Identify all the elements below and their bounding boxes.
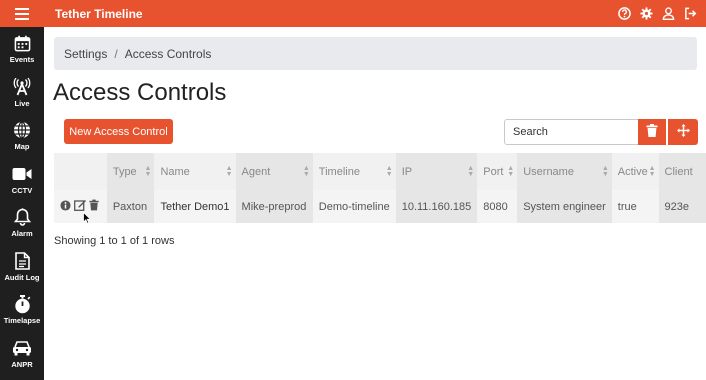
sidebar-item-label: ANPR (11, 359, 33, 369)
sort-icon: ▲ ▼ (225, 165, 233, 178)
sort-icon: ▲ ▼ (601, 165, 609, 178)
sidebar-item-map[interactable]: Map (0, 114, 44, 158)
new-access-control-button[interactable]: New Access Control (64, 119, 173, 144)
col-client[interactable]: Client (658, 153, 706, 190)
sort-icon: ▲ ▼ (648, 165, 656, 178)
sidebar-item-label: Map (14, 142, 30, 152)
cell-type: Paxton (106, 190, 155, 223)
breadcrumb-current: Access Controls (124, 46, 212, 61)
logout-icon[interactable] (680, 4, 700, 24)
sidebar-item-timelapse[interactable]: Timelapse (0, 288, 44, 332)
col-username[interactable]: Username ▲ ▼ (517, 153, 612, 190)
video-camera-icon (12, 164, 32, 184)
sort-icon: ▲ ▼ (507, 165, 515, 178)
calendar-icon (12, 33, 32, 53)
cell-agent: Mike-preprod (235, 190, 313, 223)
reorder-button[interactable] (668, 119, 698, 145)
sort-icon: ▲ ▼ (144, 165, 152, 178)
globe-icon (12, 120, 32, 140)
cell-client: 923e (658, 190, 706, 223)
sidebar-item-alarm[interactable]: Alarm (0, 201, 44, 245)
cell-timeline: Demo-timeline (312, 190, 396, 223)
breadcrumb-separator: / (114, 46, 118, 61)
sidebar-item-anpr[interactable]: ANPR (0, 332, 44, 376)
hamburger-menu-icon[interactable] (0, 0, 44, 27)
stopwatch-icon (12, 294, 32, 314)
main-content: Settings / Access Controls Access Contro… (44, 27, 706, 380)
info-icon[interactable] (60, 199, 71, 214)
cell-active: true (611, 190, 659, 223)
sort-icon: ▲ ▼ (302, 165, 310, 178)
car-icon (12, 338, 32, 358)
sidebar-item-label: Timelapse (3, 316, 41, 326)
move-arrows-icon (676, 124, 690, 140)
col-type[interactable]: Type ▲ ▼ (106, 153, 155, 190)
sort-icon: ▲ ▼ (467, 165, 475, 178)
sidebar-item-live[interactable]: Live (0, 71, 44, 115)
help-icon[interactable] (614, 4, 634, 24)
col-active[interactable]: Active ▲ ▼ (611, 153, 659, 190)
bell-icon (12, 207, 32, 227)
delete-button[interactable] (638, 119, 666, 145)
breadcrumb: Settings / Access Controls (54, 37, 697, 70)
cell-ip: 10.11.160.185 (395, 190, 478, 223)
antenna-icon (12, 77, 32, 97)
cell-name: Tether Demo1 (154, 190, 236, 223)
app-title: Tether Timeline (55, 6, 143, 21)
col-actions (54, 153, 107, 190)
sort-icon: ▲ ▼ (385, 165, 393, 178)
sidebar-item-label: Audit Log (4, 272, 40, 282)
sidebar-item-label: CCTV (11, 185, 33, 195)
user-icon[interactable] (658, 4, 678, 24)
table-header-row: Type ▲ ▼ Name ▲ ▼ Agent ▲ ▼ Timeline ▲ ▼ IP ▲ ▼ Po… (54, 153, 706, 190)
pagination-info: Showing 1 to 1 of 1 rows (54, 235, 175, 247)
sidebar-item-label: Alarm (11, 229, 33, 239)
sidebar-item-label: Live (14, 98, 30, 108)
top-bar: Tether Timeline (0, 0, 706, 27)
col-name[interactable]: Name ▲ ▼ (154, 153, 236, 190)
col-agent[interactable]: Agent ▲ ▼ (235, 153, 313, 190)
trash-icon (646, 124, 658, 140)
col-port[interactable]: Port ▲ ▼ (477, 153, 518, 190)
sidebar-item-events[interactable]: Events (0, 27, 44, 71)
access-controls-table: Type ▲ ▼ Name ▲ ▼ Agent ▲ ▼ Timeline ▲ ▼ IP ▲ ▼ Po… (54, 153, 706, 223)
document-icon (12, 251, 32, 271)
col-timeline[interactable]: Timeline ▲ ▼ (312, 153, 396, 190)
breadcrumb-settings-link[interactable]: Settings (64, 47, 107, 61)
cell-username: System engineer (517, 190, 612, 223)
table-row[interactable]: Paxton Tether Demo1 Mike-preprod Demo-ti… (54, 190, 706, 223)
gear-icon[interactable] (636, 4, 656, 24)
row-actions (54, 190, 107, 223)
sidebar-item-audit-log[interactable]: Audit Log (0, 245, 44, 289)
sidebar-item-label: Events (9, 55, 35, 65)
sidebar: Events Live Map CCTV Alarm Audit Log Tim… (0, 27, 44, 380)
mouse-cursor-icon (83, 211, 92, 229)
col-ip[interactable]: IP ▲ ▼ (395, 153, 478, 190)
sidebar-item-cctv[interactable]: CCTV (0, 158, 44, 202)
page-title: Access Controls (53, 79, 227, 106)
search-input[interactable] (504, 119, 639, 145)
cell-port: 8080 (477, 190, 518, 223)
